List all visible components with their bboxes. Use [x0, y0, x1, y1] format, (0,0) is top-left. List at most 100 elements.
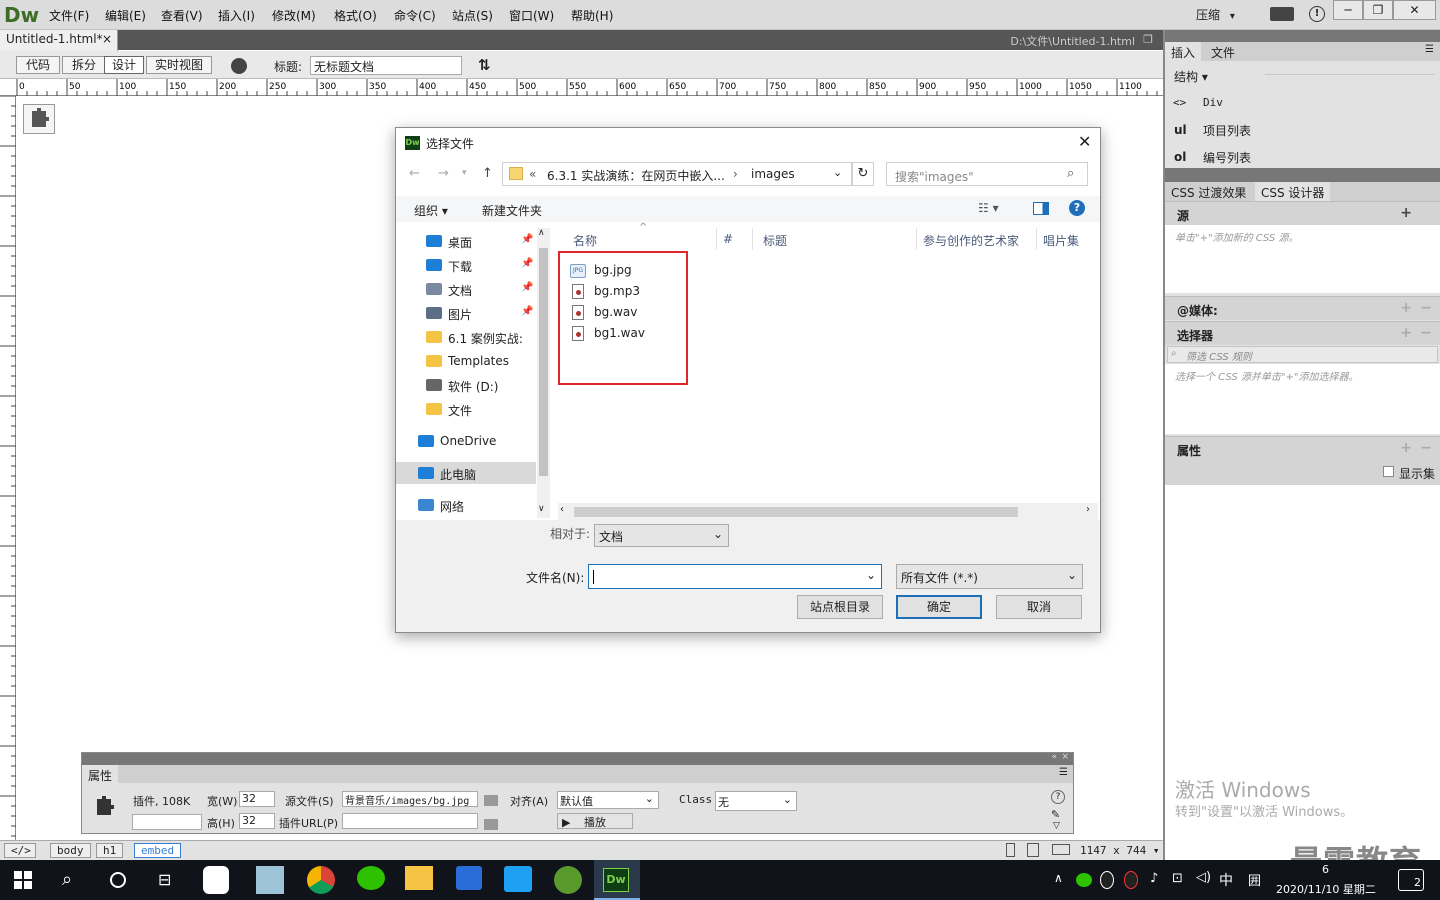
selector-filter-input[interactable]: 筛选 CSS 规则 — [1167, 346, 1438, 363]
nav-scroll-thumb[interactable] — [539, 248, 548, 476]
help-icon[interactable]: ? — [1051, 790, 1065, 804]
nav-item[interactable]: 桌面 — [448, 234, 472, 251]
filetype-select[interactable]: 所有文件 (*.*) ⌄ — [896, 564, 1083, 589]
live-view-button[interactable]: 实时视图 — [146, 56, 212, 74]
file-explorer-icon[interactable] — [405, 866, 433, 890]
filename-input[interactable]: ⌄ — [588, 564, 882, 589]
menu-format[interactable]: 格式(O) — [334, 7, 377, 24]
menu-window[interactable]: 窗口(W) — [509, 7, 554, 24]
breadcrumb-parent[interactable]: 6.3.1 实战演练：在网页中嵌入... — [547, 167, 725, 184]
store-icon[interactable] — [504, 866, 532, 892]
tag-embed[interactable]: embed — [134, 843, 182, 858]
add-selector-icon[interactable]: + — [1400, 325, 1412, 341]
chevron-down-icon[interactable]: ⌄ — [866, 568, 876, 582]
page-title-input[interactable]: 无标题文档 — [310, 56, 462, 75]
nav-item[interactable]: Templates — [448, 354, 509, 368]
align-select[interactable]: 默认值 ⌄ — [557, 791, 659, 809]
ime-indicator[interactable]: 中 — [1219, 870, 1233, 890]
source-file-input[interactable]: 背景音乐/images/bg.jpg — [342, 791, 478, 807]
code-navigator-icon[interactable]: </> — [4, 843, 36, 858]
plugin-name-input[interactable] — [132, 814, 202, 830]
desktop-size-icon[interactable] — [1052, 844, 1070, 855]
search-box[interactable]: 搜索"images" ⌕ — [886, 162, 1088, 186]
sync-settings-icon[interactable] — [1270, 7, 1294, 21]
chrome-icon[interactable] — [307, 866, 335, 894]
minimize-button[interactable]: ─ — [1333, 0, 1363, 20]
menu-edit[interactable]: 编辑(E) — [105, 7, 146, 24]
file-hscrollbar[interactable]: ‹ › — [558, 503, 1098, 520]
tablet-size-icon[interactable] — [1027, 843, 1039, 857]
plugin-url-input[interactable] — [342, 813, 478, 829]
collapse-icon[interactable]: « — [1051, 752, 1057, 762]
nav-item[interactable]: 下载 — [448, 258, 472, 275]
scroll-down-icon[interactable]: ∨ — [538, 504, 545, 514]
relative-to-select[interactable]: 文档 ⌄ — [594, 524, 729, 547]
panel-menu-icon[interactable]: ☰ — [1059, 767, 1068, 778]
plugin-placeholder[interactable] — [23, 104, 55, 134]
column-name[interactable]: 名称 — [573, 232, 597, 249]
search-icon[interactable]: ⌕ — [62, 869, 72, 890]
address-dropdown-icon[interactable]: ⌄ — [833, 166, 842, 179]
ok-button[interactable]: 确定 — [896, 595, 982, 619]
nav-item[interactable]: 6.1 案例实战: — [448, 330, 523, 347]
properties-tab[interactable]: 属性 — [82, 765, 118, 783]
task-view-icon[interactable]: ⊟ — [158, 870, 171, 889]
breadcrumb-current[interactable]: images — [751, 167, 795, 181]
insert-category-dropdown[interactable]: 结构 ▾ — [1174, 68, 1208, 85]
nav-item[interactable]: 网络 — [440, 498, 464, 515]
maximize-button[interactable]: ❐ — [1363, 0, 1393, 20]
remove-selector-icon[interactable]: − — [1420, 325, 1432, 341]
tag-body[interactable]: body — [50, 843, 91, 858]
ime-mode-icon[interactable]: 囲 — [1248, 870, 1261, 889]
close-window-button[interactable]: ✕ — [1393, 0, 1436, 20]
menu-modify[interactable]: 修改(M) — [272, 7, 316, 24]
remove-media-icon[interactable]: − — [1420, 300, 1432, 316]
view-options-icon[interactable]: ☷ ▾ — [978, 201, 999, 215]
tray-expand-icon[interactable]: ∧ — [1054, 871, 1063, 885]
pin-icon[interactable]: 📌 — [521, 306, 533, 317]
tab-files[interactable]: 文件 — [1205, 42, 1241, 61]
pin-icon[interactable]: 📌 — [521, 282, 533, 293]
document-tab[interactable]: Untitled-1.html* × — [0, 30, 118, 51]
nav-scrollbar[interactable]: ∧ ∨ — [537, 228, 550, 518]
tag-h1[interactable]: h1 — [96, 843, 124, 858]
split-view-button[interactable]: 拆分 — [62, 56, 106, 74]
design-view-button[interactable]: 设计 — [104, 56, 144, 74]
hscroll-thumb[interactable] — [574, 507, 1018, 517]
scroll-right-icon[interactable]: › — [1086, 504, 1090, 515]
tray-qq-icon[interactable] — [1124, 871, 1138, 889]
column-title[interactable]: 标题 — [763, 232, 787, 249]
help-icon[interactable]: ? — [1069, 200, 1085, 216]
add-source-icon[interactable]: + — [1400, 205, 1412, 221]
menu-site[interactable]: 站点(S) — [452, 7, 493, 24]
show-set-checkbox[interactable] — [1383, 466, 1394, 477]
new-folder-button[interactable]: 新建文件夹 — [482, 202, 542, 219]
nav-item[interactable]: 此电脑 — [440, 466, 476, 483]
globe-icon[interactable] — [231, 58, 247, 74]
up-icon[interactable]: ↑ — [482, 166, 493, 181]
menu-commands[interactable]: 命令(C) — [394, 7, 436, 24]
cortana-icon[interactable] — [110, 872, 126, 888]
clock-time[interactable]: 6 — [1322, 863, 1329, 876]
nav-item[interactable]: OneDrive — [440, 434, 496, 448]
back-icon[interactable]: ← — [409, 166, 420, 181]
melon-app-icon[interactable] — [554, 866, 582, 894]
notepad-app-icon[interactable] — [256, 866, 284, 894]
wps-icon[interactable] — [456, 866, 482, 890]
organize-button[interactable]: 组织 ▾ — [414, 202, 448, 219]
tray-bell-icon[interactable]: ♪ — [1150, 871, 1158, 886]
site-root-button[interactable]: 站点根目录 — [797, 595, 883, 619]
add-media-icon[interactable]: + — [1400, 300, 1412, 316]
nav-item[interactable]: 软件 (D:) — [448, 378, 498, 395]
pin-icon[interactable]: 📌 — [521, 258, 533, 269]
scroll-up-icon[interactable]: ∧ — [538, 228, 545, 238]
class-select[interactable]: 无 ⌄ — [715, 791, 797, 811]
file-management-icon[interactable]: ⇅ — [478, 56, 491, 74]
dialog-close-icon[interactable]: ✕ — [1078, 132, 1091, 151]
menu-view[interactable]: 查看(V) — [161, 7, 203, 24]
menu-file[interactable]: 文件(F) — [49, 7, 89, 24]
nav-item[interactable]: 文件 — [448, 402, 472, 419]
width-input[interactable]: 32 — [239, 791, 275, 807]
tab-css-designer[interactable]: CSS 设计器 — [1255, 182, 1331, 201]
refresh-icon[interactable]: ↻ — [852, 162, 874, 186]
